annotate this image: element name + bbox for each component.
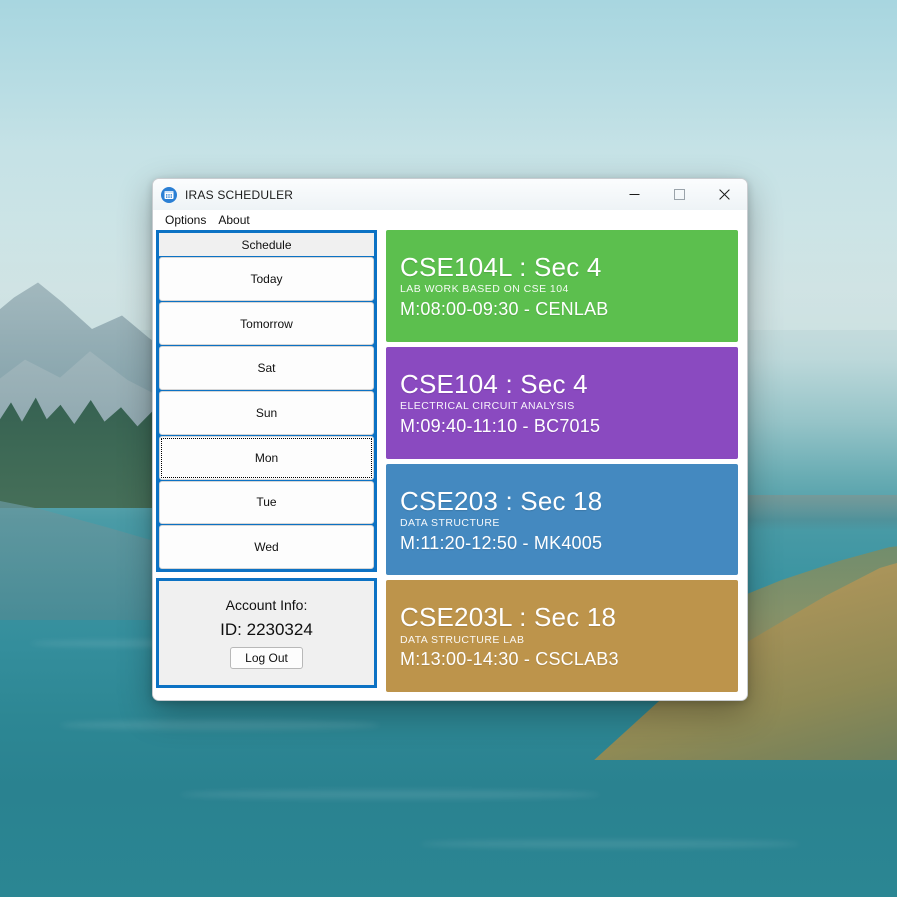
course-description: DATA STRUCTURE xyxy=(400,516,500,529)
course-description: DATA STRUCTURE LAB xyxy=(400,633,525,646)
day-button-today[interactable]: Today xyxy=(159,257,374,301)
course-card[interactable]: CSE203L : Sec 18 DATA STRUCTURE LAB M:13… xyxy=(386,580,738,692)
account-panel-inner: Account Info: ID: 2230324 Log Out xyxy=(159,581,374,685)
course-card[interactable]: CSE203 : Sec 18 DATA STRUCTURE M:11:20-1… xyxy=(386,463,738,576)
course-description: LAB WORK BASED ON CSE 104 xyxy=(400,283,569,296)
day-button-list: Today Tomorrow Sat Sun Mon Tue Wed xyxy=(159,256,374,570)
course-description: ELECTRICAL CIRCUIT ANALYSIS xyxy=(400,400,575,413)
account-id-value: ID: 2230324 xyxy=(220,620,313,639)
title-bar[interactable]: IRAS SCHEDULER xyxy=(153,179,747,210)
course-title: CSE104L : Sec 4 xyxy=(400,252,602,283)
account-info-label: Account Info: xyxy=(225,597,308,613)
water-ripple xyxy=(180,790,600,799)
course-time-location: M:11:20-12:50 - MK4005 xyxy=(400,532,603,553)
day-button-sun[interactable]: Sun xyxy=(159,391,374,435)
day-button-tomorrow[interactable]: Tomorrow xyxy=(159,301,374,346)
day-button-mon[interactable]: Mon xyxy=(159,435,374,480)
day-button-sat[interactable]: Sat xyxy=(159,346,374,391)
minimize-button[interactable] xyxy=(612,179,657,210)
course-card-list: CSE104L : Sec 4 LAB WORK BASED ON CSE 10… xyxy=(377,230,747,692)
iras-scheduler-window: IRAS SCHEDULER Options About Schedule To… xyxy=(152,178,748,701)
course-title: CSE104 : Sec 4 xyxy=(400,368,588,399)
schedule-panel: Schedule Today Tomorrow Sat Sun Mon Tue … xyxy=(156,230,377,572)
desktop-background: IRAS SCHEDULER Options About Schedule To… xyxy=(0,0,897,897)
course-time-location: M:09:40-11:10 - BC7015 xyxy=(400,415,601,436)
day-button-wed[interactable]: Wed xyxy=(159,525,374,570)
menu-item-options[interactable]: Options xyxy=(159,212,212,228)
sidebar: Schedule Today Tomorrow Sat Sun Mon Tue … xyxy=(153,230,377,692)
water-ripple xyxy=(60,720,380,730)
maximize-button[interactable] xyxy=(657,179,702,210)
course-title: CSE203L : Sec 18 xyxy=(400,602,617,633)
course-time-location: M:08:00-09:30 - CENLAB xyxy=(400,299,609,320)
log-out-button[interactable]: Log Out xyxy=(230,647,303,669)
course-card[interactable]: CSE104 : Sec 4 ELECTRICAL CIRCUIT ANALYS… xyxy=(386,346,738,459)
course-time-location: M:13:00-14:30 - CSCLAB3 xyxy=(400,649,619,670)
menu-bar: Options About xyxy=(153,210,747,230)
day-button-tue[interactable]: Tue xyxy=(159,480,374,525)
calendar-icon xyxy=(161,186,177,203)
menu-item-about[interactable]: About xyxy=(212,212,255,228)
window-title: IRAS SCHEDULER xyxy=(185,187,294,202)
account-panel: Account Info: ID: 2230324 Log Out xyxy=(156,578,377,688)
water-ripple xyxy=(420,840,800,848)
window-content: Schedule Today Tomorrow Sat Sun Mon Tue … xyxy=(153,230,747,700)
course-title: CSE203 : Sec 18 xyxy=(400,485,603,516)
schedule-header: Schedule xyxy=(159,233,374,256)
close-button[interactable] xyxy=(702,179,747,210)
course-card[interactable]: CSE104L : Sec 4 LAB WORK BASED ON CSE 10… xyxy=(386,230,738,342)
